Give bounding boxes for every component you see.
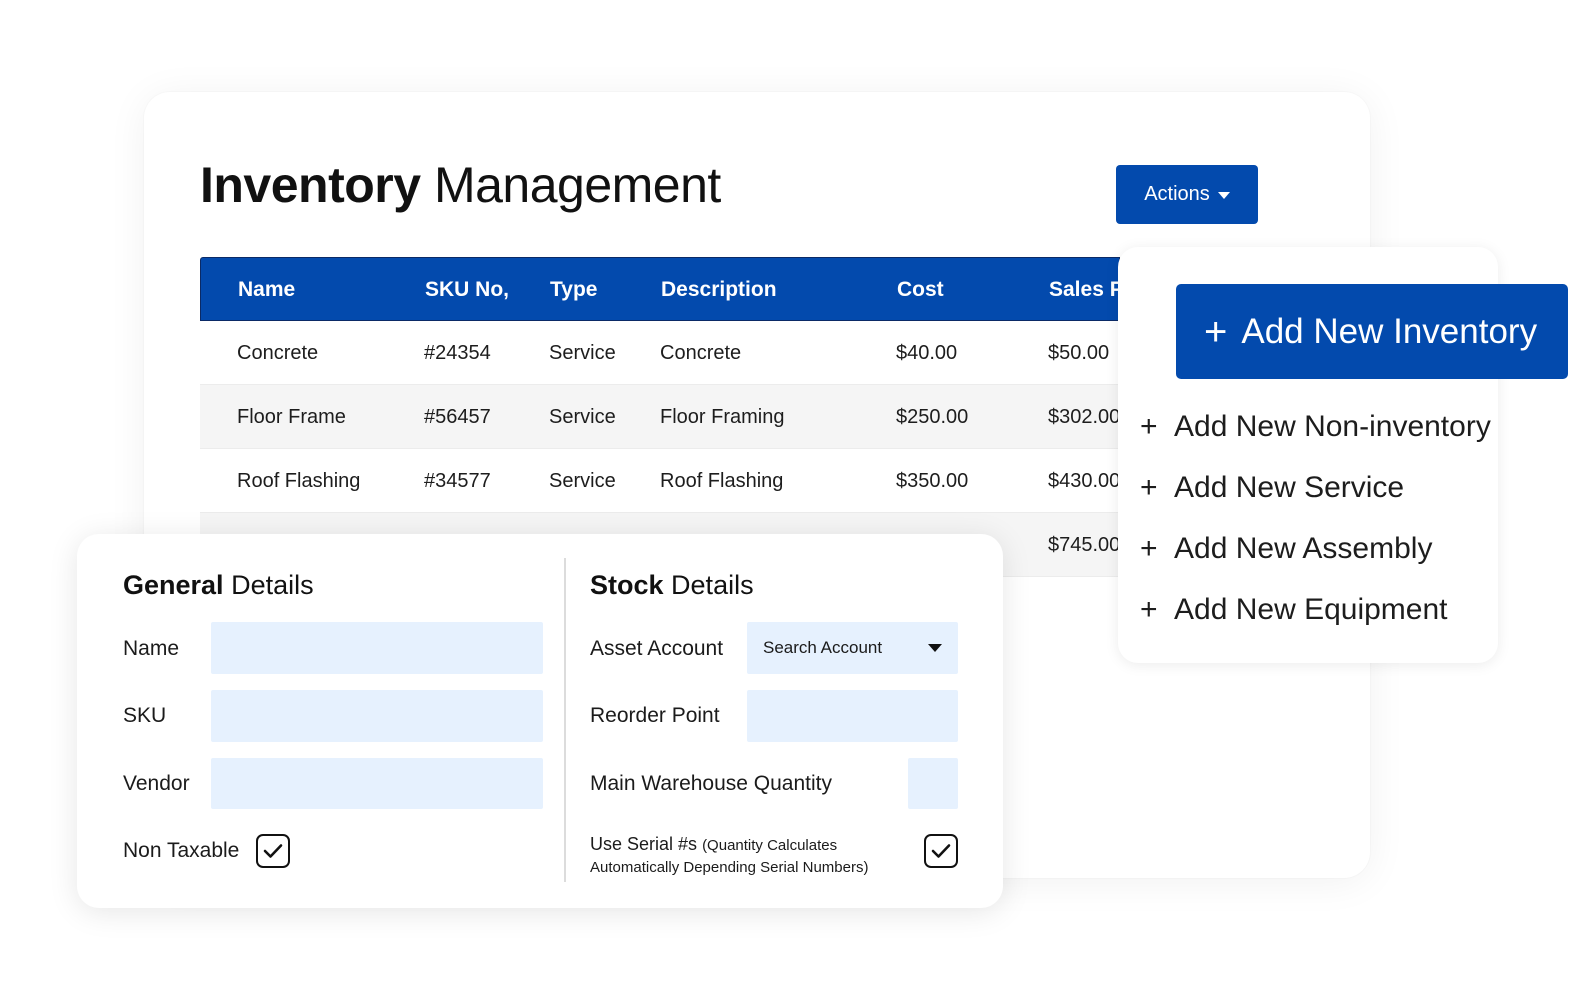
non-taxable-label: Non Taxable bbox=[123, 839, 240, 862]
cell-type: Service bbox=[549, 470, 616, 492]
use-serial-checkbox[interactable] bbox=[924, 834, 958, 868]
page-title: Inventory Management bbox=[200, 156, 721, 214]
cell-sku: #24354 bbox=[424, 342, 491, 364]
cell-description: Roof Flashing bbox=[660, 470, 784, 492]
cell-sales-price: $430.00 bbox=[1048, 470, 1120, 492]
asset-account-placeholder: Search Account bbox=[763, 638, 883, 657]
actions-button[interactable]: Actions bbox=[1116, 165, 1258, 224]
cell-description: Concrete bbox=[660, 342, 742, 364]
cell-sales-price: $302.00 bbox=[1048, 406, 1120, 428]
asset-account-select[interactable]: Search Account bbox=[747, 622, 958, 674]
page-title-light: Management bbox=[433, 157, 721, 213]
main-warehouse-quantity-label: Main Warehouse Quantity bbox=[590, 772, 833, 795]
sku-label: SKU bbox=[123, 704, 167, 727]
sku-field[interactable] bbox=[211, 690, 543, 742]
header-name[interactable]: Name bbox=[238, 278, 295, 302]
stock-details-title: Stock Details bbox=[590, 570, 754, 601]
menu-item-label: Add New Assembly bbox=[1174, 532, 1433, 565]
reorder-point-field[interactable] bbox=[747, 690, 958, 742]
checkmark-icon bbox=[931, 844, 951, 858]
non-taxable-checkbox[interactable] bbox=[256, 834, 290, 868]
cell-type: Service bbox=[549, 342, 616, 364]
cell-sku: #56457 bbox=[424, 406, 491, 428]
menu-item-add-service[interactable]: + Add New Service bbox=[1140, 471, 1404, 505]
serial-note-line1: (Quantity Calculates bbox=[702, 837, 838, 854]
use-serial-label: Use Serial #s (Quantity Calculates Autom… bbox=[590, 834, 868, 878]
cell-cost: $250.00 bbox=[896, 406, 969, 428]
header-description[interactable]: Description bbox=[661, 278, 777, 302]
menu-item-label: Add New Equipment bbox=[1174, 593, 1448, 626]
plus-icon: + bbox=[1140, 471, 1158, 504]
add-new-inventory-label: Add New Inventory bbox=[1241, 311, 1538, 351]
header-sku[interactable]: SKU No, bbox=[425, 278, 509, 302]
table-header: Name SKU No, Type Description Cost Sales… bbox=[200, 257, 1120, 321]
plus-icon: + bbox=[1140, 593, 1158, 626]
cell-sales-price: $745.00 bbox=[1048, 534, 1120, 556]
plus-icon: + bbox=[1204, 309, 1228, 354]
header-type[interactable]: Type bbox=[550, 278, 597, 302]
add-new-inventory-button[interactable]: + Add New Inventory bbox=[1176, 284, 1568, 379]
vendor-field[interactable] bbox=[211, 758, 543, 809]
serial-note-line2: Automatically Depending Serial Numbers) bbox=[590, 859, 869, 876]
cell-sku: #34577 bbox=[424, 470, 491, 492]
cell-cost: $350.00 bbox=[896, 470, 969, 492]
cell-type: Service bbox=[549, 406, 616, 428]
actions-label: Actions bbox=[1144, 183, 1210, 205]
cell-cost: $40.00 bbox=[896, 342, 958, 364]
menu-item-add-assembly[interactable]: + Add New Assembly bbox=[1140, 532, 1432, 566]
serial-label-main: Use Serial #s bbox=[590, 834, 698, 854]
cell-name: Concrete bbox=[237, 342, 319, 364]
reorder-point-label: Reorder Point bbox=[590, 704, 720, 727]
header-cost[interactable]: Cost bbox=[897, 278, 944, 302]
table-row[interactable]: Roof Flashing #34577 Service Roof Flashi… bbox=[200, 449, 1120, 513]
cell-description: Floor Framing bbox=[660, 406, 785, 428]
general-details-title: General Details bbox=[123, 570, 314, 601]
vendor-label: Vendor bbox=[123, 772, 190, 795]
general-details-title-bold: General bbox=[123, 570, 224, 600]
name-field[interactable] bbox=[211, 622, 543, 674]
cell-name: Floor Frame bbox=[237, 406, 346, 428]
plus-icon: + bbox=[1140, 410, 1158, 443]
page-title-bold: Inventory bbox=[200, 157, 421, 213]
stock-details-title-light: Details bbox=[671, 570, 754, 600]
plus-icon: + bbox=[1140, 532, 1158, 565]
table-row[interactable]: Floor Frame #56457 Service Floor Framing… bbox=[200, 385, 1120, 449]
menu-item-add-non-inventory[interactable]: + Add New Non-inventory bbox=[1140, 410, 1491, 444]
menu-item-label: Add New Non-inventory bbox=[1174, 410, 1491, 443]
caret-down-icon bbox=[928, 644, 942, 652]
main-warehouse-quantity-field[interactable] bbox=[908, 758, 958, 809]
cell-name: Roof Flashing bbox=[237, 470, 361, 492]
menu-item-label: Add New Service bbox=[1174, 471, 1405, 504]
cell-sales-price: $50.00 bbox=[1048, 342, 1110, 364]
inventory-table: Name SKU No, Type Description Cost Sales… bbox=[200, 257, 1120, 577]
menu-item-add-equipment[interactable]: + Add New Equipment bbox=[1140, 593, 1448, 627]
name-label: Name bbox=[123, 637, 180, 660]
caret-down-icon bbox=[1217, 192, 1230, 199]
stock-details-title-bold: Stock bbox=[590, 570, 664, 600]
asset-account-label: Asset Account bbox=[590, 637, 724, 660]
table-row[interactable]: Concrete #24354 Service Concrete $40.00 … bbox=[200, 321, 1120, 385]
general-details-title-light: Details bbox=[231, 570, 314, 600]
section-divider bbox=[564, 558, 566, 882]
header-sales-price[interactable]: Sales P bbox=[1049, 278, 1120, 302]
checkmark-icon bbox=[263, 844, 283, 858]
